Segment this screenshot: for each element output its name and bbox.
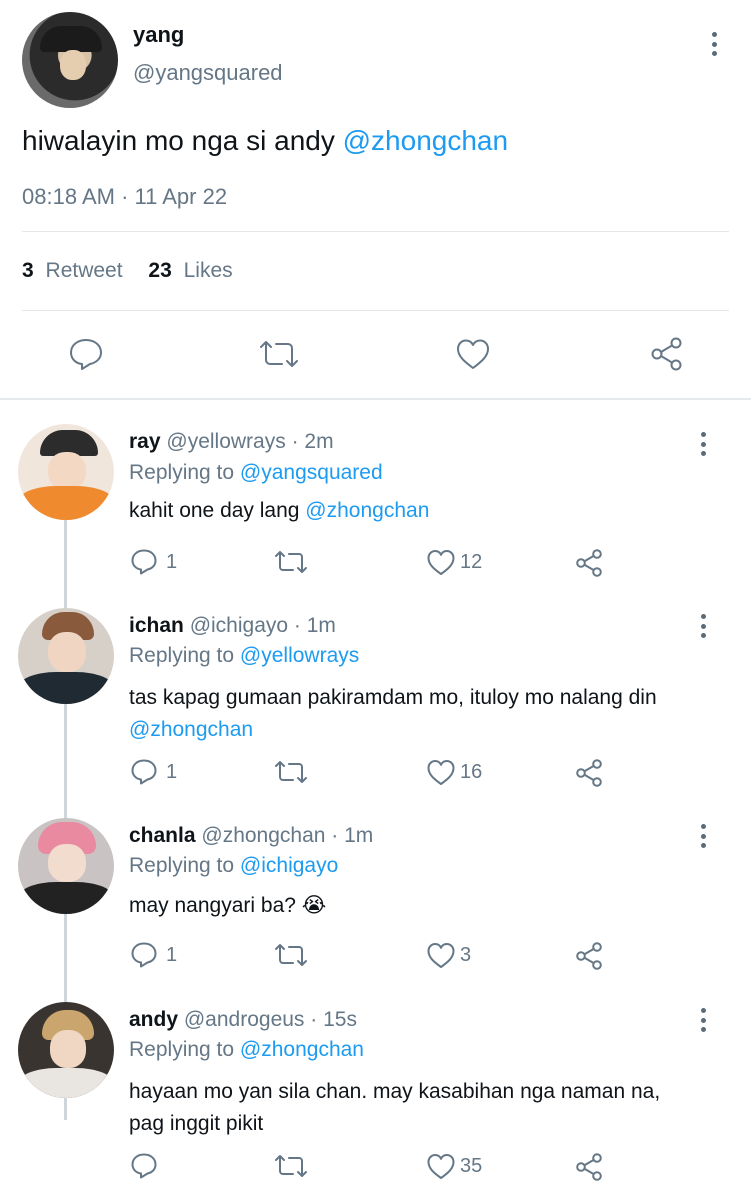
retweet-icon[interactable] — [258, 338, 300, 370]
replying-to-link[interactable]: @zhongchan — [240, 1038, 364, 1061]
replying-to-line: Replying to @ichigayo — [129, 854, 338, 878]
replying-to-link[interactable]: @yangsquared — [240, 461, 383, 484]
retweet-icon[interactable] — [274, 549, 308, 575]
like-count: 35 — [460, 1154, 483, 1177]
reply-name[interactable]: ichan — [129, 614, 184, 637]
reply-time: · 1m — [293, 614, 336, 637]
reply-header: ichan @ichigayo · 1m — [129, 614, 336, 638]
reply-avatar-chanla[interactable] — [18, 818, 114, 914]
reply-icon[interactable] — [130, 941, 158, 969]
tweet-more-icon[interactable] — [703, 30, 725, 58]
reply-body: tas kapag gumaan pakiramdam mo, ituloy m… — [129, 686, 657, 709]
reply-action-reply[interactable] — [130, 1152, 158, 1180]
replying-to-prefix: Replying to — [129, 644, 240, 667]
reply-text: kahit one day lang @zhongchan — [129, 499, 429, 523]
reply-avatar-ray[interactable] — [18, 424, 114, 520]
reply-action-reply[interactable]: 1 — [130, 548, 177, 576]
like-icon[interactable] — [455, 337, 491, 371]
retweet-count[interactable]: 3 — [22, 259, 34, 282]
replying-to-prefix: Replying to — [129, 1038, 240, 1061]
reply-handle[interactable]: @yellowrays — [166, 430, 285, 453]
likes-count[interactable]: 23 — [148, 259, 171, 282]
reply-body-line2: pag inggit pikit — [129, 1112, 264, 1135]
reply-icon[interactable] — [68, 337, 104, 371]
tweet-stats: 3 Retweet 23 Likes — [22, 259, 233, 283]
reply-body: hayaan mo yan sila chan. may kasabihan n… — [129, 1080, 661, 1103]
heart-icon[interactable] — [426, 941, 456, 969]
reply-mention-link[interactable]: @zhongchan — [129, 714, 657, 746]
reply-avatar-ichan[interactable] — [18, 608, 114, 704]
reply-text: tas kapag gumaan pakiramdam mo, ituloy m… — [129, 682, 657, 746]
share-icon[interactable] — [574, 758, 604, 788]
reply-action-reply[interactable]: 1 — [130, 758, 177, 786]
reply-header: andy @androgeus · 15s — [129, 1008, 357, 1032]
replying-to-link[interactable]: @ichigayo — [240, 854, 338, 877]
reply-icon[interactable] — [130, 758, 158, 786]
reply-more-icon[interactable] — [692, 430, 714, 458]
replying-to-line: Replying to @yellowrays — [129, 644, 359, 668]
like-count: 16 — [460, 760, 483, 783]
reply-more-icon[interactable] — [692, 1006, 714, 1034]
reply-body: kahit one day lang — [129, 499, 306, 522]
reply-name[interactable]: chanla — [129, 824, 196, 847]
reply-action-like[interactable]: 12 — [426, 548, 482, 576]
reply-action-like[interactable]: 16 — [426, 758, 482, 786]
like-count: 12 — [460, 550, 483, 573]
reply-header: ray @yellowrays · 2m — [129, 430, 334, 454]
retweet-label[interactable]: Retweet — [46, 259, 123, 282]
reply-text: hayaan mo yan sila chan. may kasabihan n… — [129, 1076, 660, 1140]
like-count: 3 — [460, 943, 472, 966]
tweet-timestamp[interactable]: 08:18 AM · 11 Apr 22 — [22, 184, 227, 210]
reply-time: · 15s — [310, 1008, 357, 1031]
replying-to-link[interactable]: @yellowrays — [240, 644, 359, 667]
replying-to-line: Replying to @yangsquared — [129, 461, 383, 485]
reply-action-like[interactable]: 3 — [426, 941, 471, 969]
tweet-mention-link[interactable]: @zhongchan — [343, 125, 508, 156]
reply-mention-link[interactable]: @zhongchan — [305, 499, 429, 522]
tweet-text: hiwalayin mo nga si andy @zhongchan — [22, 124, 508, 158]
heart-icon[interactable] — [426, 1152, 456, 1180]
crying-emoji: 😭 — [301, 894, 327, 917]
reply-handle[interactable]: @androgeus — [184, 1008, 305, 1031]
reply-count: 1 — [166, 760, 178, 783]
reply-name[interactable]: ray — [129, 430, 161, 453]
retweet-icon[interactable] — [274, 942, 308, 968]
reply-time: · 1m — [331, 824, 374, 847]
heart-icon[interactable] — [426, 758, 456, 786]
reply-action-reply[interactable]: 1 — [130, 941, 177, 969]
reply-action-like[interactable]: 35 — [426, 1152, 482, 1180]
share-icon[interactable] — [574, 548, 604, 578]
reply-text: may nangyari ba? 😭 — [129, 893, 326, 918]
retweet-icon[interactable] — [274, 1153, 308, 1179]
reply-more-icon[interactable] — [692, 822, 714, 850]
reply-name[interactable]: andy — [129, 1008, 178, 1031]
reply-handle[interactable]: @ichigayo — [190, 614, 288, 637]
reply-count: 1 — [166, 943, 178, 966]
tweet-body: hiwalayin mo nga si andy — [22, 125, 343, 156]
replying-to-prefix: Replying to — [129, 854, 240, 877]
reply-handle[interactable]: @zhongchan — [201, 824, 325, 847]
reply-body: may nangyari ba? — [129, 894, 302, 917]
reply-icon[interactable] — [130, 1152, 158, 1180]
likes-label[interactable]: Likes — [184, 259, 233, 282]
share-icon[interactable] — [574, 941, 604, 971]
replying-to-line: Replying to @zhongchan — [129, 1038, 364, 1062]
share-icon[interactable] — [649, 336, 685, 372]
author-name[interactable]: yang — [133, 22, 184, 48]
retweet-icon[interactable] — [274, 759, 308, 785]
reply-header: chanla @zhongchan · 1m — [129, 824, 373, 848]
reply-more-icon[interactable] — [692, 612, 714, 640]
replying-to-prefix: Replying to — [129, 461, 240, 484]
reply-icon[interactable] — [130, 548, 158, 576]
reply-avatar-andy[interactable] — [18, 1002, 114, 1098]
heart-icon[interactable] — [426, 548, 456, 576]
author-handle[interactable]: @yangsquared — [133, 60, 283, 86]
share-icon[interactable] — [574, 1152, 604, 1182]
author-avatar[interactable] — [22, 12, 118, 108]
reply-time: · 2m — [291, 430, 334, 453]
reply-count: 1 — [166, 550, 178, 573]
